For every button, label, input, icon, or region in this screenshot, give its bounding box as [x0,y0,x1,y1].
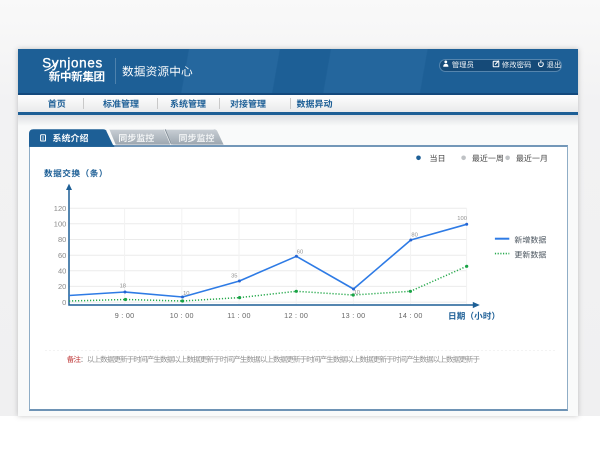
svg-text:120: 120 [54,204,67,213]
svg-text:60: 60 [297,249,303,255]
svg-text:35: 35 [231,273,237,279]
svg-text:18: 18 [120,284,126,290]
svg-text:12 : 00: 12 : 00 [284,311,308,320]
svg-text:80: 80 [411,233,417,239]
svg-text:10 : 00: 10 : 00 [170,311,194,320]
svg-text:0: 0 [62,298,66,307]
svg-text:Synjones: Synjones [42,56,103,71]
svg-text:100: 100 [54,220,67,229]
svg-text:14 : 00: 14 : 00 [399,311,423,320]
svg-text:40: 40 [58,267,66,276]
svg-text:80: 80 [58,235,66,244]
svg-text:9 : 00: 9 : 00 [115,311,135,320]
svg-text:100: 100 [457,216,467,222]
svg-text:20: 20 [58,282,66,291]
svg-text:13 : 00: 13 : 00 [341,311,365,320]
svg-text:10: 10 [354,290,360,296]
svg-text:11 : 00: 11 : 00 [227,311,251,320]
svg-text:60: 60 [58,251,66,260]
svg-text:10: 10 [183,291,189,297]
